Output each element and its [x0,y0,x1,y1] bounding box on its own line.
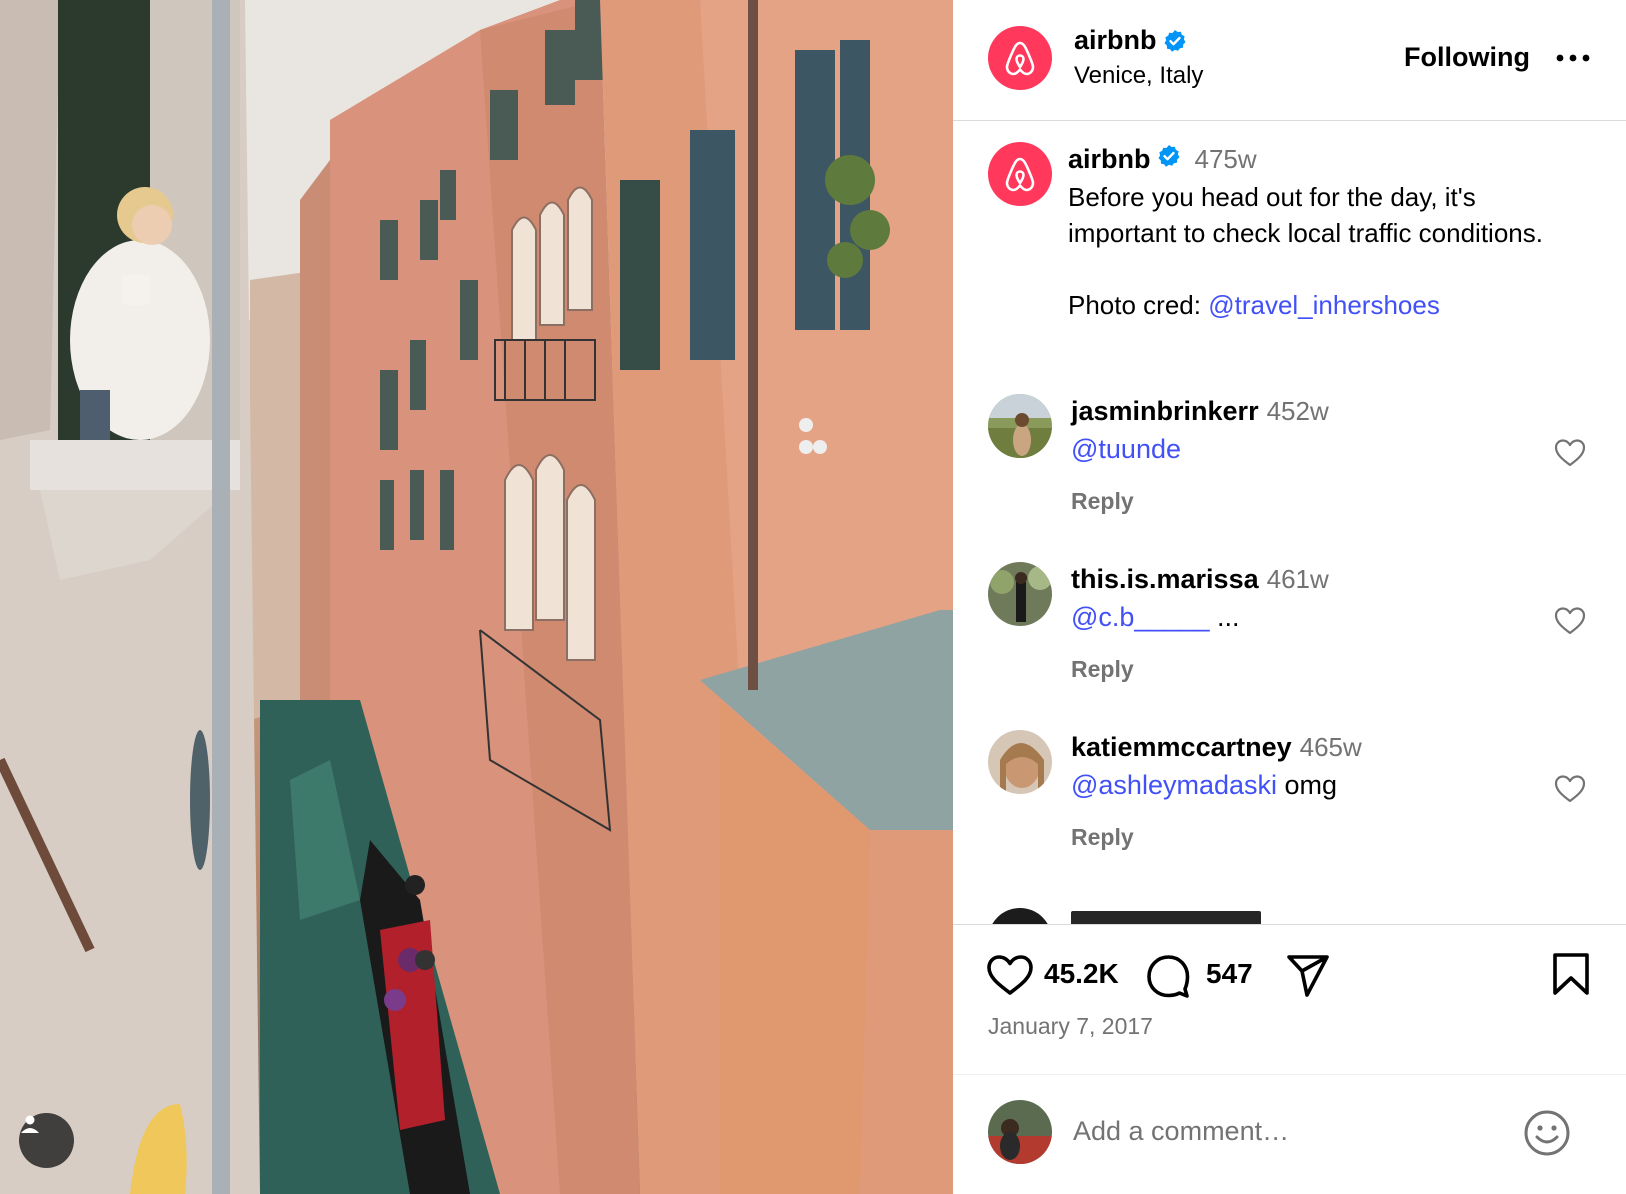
reply-button[interactable]: Reply [1071,488,1134,515]
comment-item: katiemmccartney 465w @ashleymadaski omg … [953,730,1626,880]
post-header: airbnb Venice, Italy Following [953,0,1626,121]
comment-username[interactable]: jasminbrinkerr [1071,396,1259,427]
caption-body: Before you head out for the day, it's im… [1068,182,1543,248]
comment-count[interactable]: 547 [1206,958,1253,990]
emoji-icon[interactable] [1523,1109,1571,1157]
caption-timestamp[interactable]: 475w [1195,144,1257,175]
more-options-button[interactable] [1553,44,1593,72]
comment-mention[interactable]: @ashleymadaski [1071,770,1277,800]
comment-text: @c.b_____ ... [1071,602,1240,633]
author-username[interactable]: airbnb [1074,25,1157,56]
comment-icon[interactable] [1145,953,1191,999]
comment-timestamp[interactable]: 452w [1267,396,1329,427]
heart-icon[interactable] [1553,604,1587,638]
more-icon [1556,54,1590,62]
comment-composer [953,1074,1626,1194]
commenter-avatar[interactable] [988,908,1052,924]
comment-item: this.is.marissa 461w @c.b_____ ... Reply [953,562,1626,712]
airbnb-logo-icon [1005,41,1035,76]
airbnb-logo-icon [1005,157,1035,192]
current-user-avatar [988,1100,1052,1164]
heart-icon[interactable] [986,953,1034,997]
user-tag-icon [21,1115,39,1133]
reply-button[interactable]: Reply [1071,656,1134,683]
comment-input[interactable] [1073,1109,1473,1153]
author-avatar[interactable] [988,26,1052,90]
user-tag-button[interactable] [19,1113,74,1168]
post-date[interactable]: January 7, 2017 [988,1013,1153,1040]
post-photo[interactable] [0,0,953,1194]
comment-body: omg [1277,770,1338,800]
comment-item: jasminbrinkerr 452w @tuunde Reply [953,394,1626,544]
author-row: airbnb [1074,25,1187,56]
caption-credit-prefix: Photo cred: [1068,290,1209,320]
comment-mention[interactable]: @c.b_____ [1071,602,1210,632]
comment-mention[interactable]: @tuunde [1071,434,1181,464]
caption-username[interactable]: airbnb [1068,144,1151,175]
verified-badge-icon [1158,145,1180,167]
bookmark-icon[interactable] [1551,951,1591,997]
comments-scroll-area[interactable]: airbnb 475w Before you head out for the … [953,121,1626,924]
like-count[interactable]: 45.2K [1044,958,1119,990]
commenter-avatar[interactable] [988,730,1052,794]
comment-text: @ashleymadaski omg [1071,770,1337,801]
comment-username-cropped [1071,911,1261,924]
comment-text: @tuunde [1071,434,1181,465]
caption-credit-mention[interactable]: @travel_inhershoes [1208,290,1440,320]
post-details-panel: airbnb Venice, Italy Following airbnb 47… [953,0,1626,1194]
verified-badge-icon [1164,29,1186,52]
commenter-avatar[interactable] [988,562,1052,626]
venice-canal-image [0,0,953,1194]
reply-button[interactable]: Reply [1071,824,1134,851]
caption-text: Before you head out for the day, it's im… [1068,179,1568,359]
comment-header: katiemmccartney 465w [1071,732,1362,763]
share-icon[interactable] [1285,953,1331,999]
comment-username[interactable]: this.is.marissa [1071,564,1259,595]
heart-icon[interactable] [1553,436,1587,470]
comment-timestamp[interactable]: 465w [1300,732,1362,763]
comment-header: jasminbrinkerr 452w [1071,396,1329,427]
post-actions: 45.2K 547 January 7, 2017 [953,924,1626,1074]
comment-username[interactable]: katiemmccartney [1071,732,1292,763]
comment-body: ... [1209,602,1240,632]
commenter-avatar[interactable] [988,394,1052,458]
caption-author-avatar[interactable] [988,142,1052,206]
post-location[interactable]: Venice, Italy [1074,62,1203,90]
caption-credit: Photo cred: @travel_inhershoes [1068,287,1568,323]
heart-icon[interactable] [1553,772,1587,806]
caption-header: airbnb 475w [1068,144,1257,175]
comment-header: this.is.marissa 461w [1071,564,1329,595]
following-button[interactable]: Following [1404,42,1530,73]
comment-timestamp[interactable]: 461w [1267,564,1329,595]
